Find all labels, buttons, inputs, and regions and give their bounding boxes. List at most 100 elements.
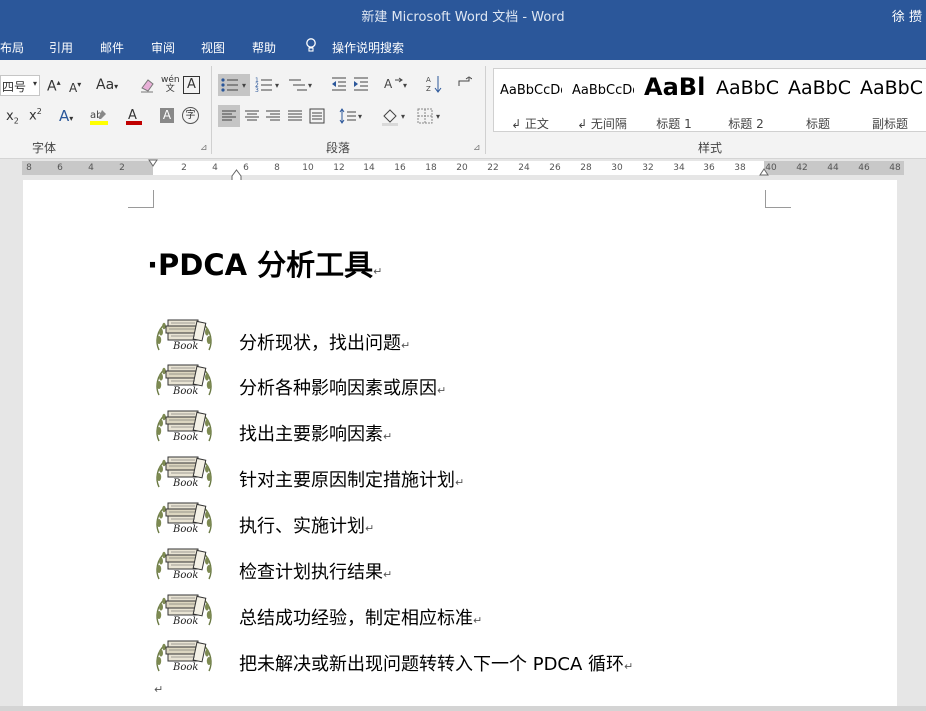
distributed-icon[interactable] — [307, 105, 327, 130]
chevron-down-icon: ▾ — [69, 114, 74, 123]
list-item-text: 分析各种影响因素或原因↵ — [239, 374, 446, 400]
ruler-tick: 30 — [611, 163, 623, 173]
character-shading-button[interactable]: A — [160, 108, 174, 123]
clear-formatting-icon[interactable] — [138, 76, 156, 97]
list-item[interactable]: Book 分析各种影响因素或原因↵ — [153, 361, 713, 399]
item-label: 把未解决或新出现问题转转入下一个 PDCA 循环 — [239, 654, 625, 675]
change-case-button[interactable]: Aa▾ — [96, 77, 118, 93]
user-name[interactable]: 徐 攒 — [892, 6, 922, 25]
book-icon: Book — [153, 407, 215, 449]
numbering-icon[interactable]: 1 2 3 ▾ — [255, 75, 283, 98]
list-item[interactable]: Book 把未解决或新出现问题转转入下一个 PDCA 循环↵ — [153, 637, 713, 675]
list-item[interactable]: Book 执行、实施计划↵ — [153, 499, 713, 537]
paragraph-mark: ↵ — [455, 476, 465, 489]
borders-icon[interactable]: ▾ — [415, 105, 445, 130]
sort-icon[interactable]: AZ — [426, 74, 442, 97]
ruler-tick: 8 — [26, 163, 32, 173]
font-size-select[interactable]: 四号 ▾ — [0, 75, 40, 96]
list-item-text: 执行、实施计划↵ — [239, 512, 374, 538]
multilevel-list-icon[interactable]: ▾ — [287, 75, 315, 98]
list-item-text: 找出主要影响因素↵ — [239, 420, 392, 446]
style-name: ↲ 正文 — [511, 117, 549, 131]
list-item-text: 把未解决或新出现问题转转入下一个 PDCA 循环↵ — [239, 650, 633, 676]
line-spacing-icon[interactable]: ▾ — [338, 105, 366, 130]
justify-icon[interactable] — [285, 105, 305, 130]
list-item[interactable]: Book 检查计划执行结果↵ — [153, 545, 713, 583]
increase-indent-icon[interactable] — [352, 75, 370, 96]
svg-text:A: A — [128, 108, 137, 123]
book-icon: Book — [153, 499, 215, 541]
document-heading[interactable]: ·PDCA 分析工具↵ — [147, 242, 382, 284]
ruler-tick: 6 — [243, 163, 249, 173]
superscript-button[interactable]: x2 — [29, 107, 42, 123]
tab-references[interactable]: 引用 — [49, 39, 73, 56]
list-item[interactable]: Book 总结成功经验，制定相应标准↵ — [153, 591, 713, 629]
svg-text:A: A — [384, 77, 393, 91]
paragraph-dialog-launcher-icon[interactable]: ⊿ — [473, 143, 481, 153]
horizontal-ruler[interactable]: 8 6 4 2 2 4 6 8 10 12 14 16 18 20 22 24 … — [0, 159, 926, 183]
shrink-font-button[interactable]: A▾ — [69, 80, 81, 95]
style-heading-2[interactable]: AaBbC 标题 2 — [710, 69, 782, 131]
lightbulb-icon[interactable] — [305, 38, 317, 56]
svg-text:3: 3 — [255, 87, 259, 94]
list-item[interactable]: Book 找出主要影响因素↵ — [153, 407, 713, 445]
margin-corner-mark — [128, 190, 154, 208]
style-subtitle[interactable]: AaBbC 副标题 — [854, 69, 926, 131]
show-marks-icon[interactable] — [456, 76, 473, 95]
style-sample: AaBbC — [860, 77, 922, 99]
style-normal[interactable]: AaBbCcDd ↲ 正文 — [494, 69, 566, 131]
text-effects-button[interactable]: A▾ — [59, 107, 73, 125]
ruler-tick: 36 — [703, 163, 715, 173]
style-heading-1[interactable]: AaBl 标题 1 — [638, 69, 710, 131]
item-label: 执行、实施计划 — [239, 516, 365, 537]
shading-icon[interactable]: ▾ — [380, 105, 410, 130]
tab-layout[interactable]: 布局 — [0, 39, 24, 56]
tab-mailings[interactable]: 邮件 — [100, 39, 124, 56]
styles-gallery: AaBbCcDd ↲ 正文 AaBbCcDd ↲ 无间隔 AaBl 标题 1 A… — [493, 68, 926, 132]
decrease-indent-icon[interactable] — [330, 75, 348, 96]
item-label: 针对主要原因制定措施计划 — [239, 470, 455, 491]
align-right-icon[interactable] — [263, 105, 283, 130]
style-no-spacing[interactable]: AaBbCcDd ↲ 无间隔 — [566, 69, 638, 131]
font-dialog-launcher-icon[interactable]: ⊿ — [200, 143, 208, 153]
book-icon: Book — [153, 591, 215, 633]
subscript-button[interactable]: x2 — [6, 109, 19, 126]
ruler-tick: 4 — [88, 163, 94, 173]
bullets-button[interactable]: ▾ — [218, 74, 250, 96]
tell-me-search[interactable]: 操作说明搜索 — [332, 39, 404, 56]
phonetic-guide-button[interactable]: wén 文 — [161, 76, 180, 94]
book-icon-label: Book — [173, 524, 199, 535]
svg-text:▾: ▾ — [275, 81, 279, 90]
chevron-down-icon: ▾ — [114, 82, 119, 91]
highlight-button[interactable]: ab — [90, 107, 112, 130]
text-direction-icon[interactable]: A ▾ — [383, 75, 411, 96]
list-item-text: 检查计划执行结果↵ — [239, 558, 392, 584]
list-item-text: 分析现状，找出问题↵ — [239, 329, 410, 355]
styles-group-label: 样式 — [698, 141, 723, 155]
tab-help[interactable]: 帮助 — [252, 39, 276, 56]
list-item[interactable]: Book 针对主要原因制定措施计划↵ — [153, 453, 713, 491]
align-center-icon[interactable] — [242, 105, 262, 130]
book-icon-label: Book — [173, 386, 199, 397]
list-item[interactable]: Book 分析现状，找出问题↵ — [153, 316, 713, 354]
style-title[interactable]: AaBbC 标题 — [782, 69, 854, 131]
character-border-button[interactable]: A — [183, 76, 200, 94]
ruler-tick: 46 — [858, 163, 870, 173]
font-color-button[interactable]: A — [126, 107, 144, 130]
tab-view[interactable]: 视图 — [201, 39, 225, 56]
first-line-indent-marker[interactable] — [148, 159, 158, 167]
window-title: 新建 Microsoft Word 文档 - Word — [361, 10, 565, 25]
ruler-tick: 22 — [487, 163, 499, 173]
chevron-down-icon: ▾ — [32, 79, 37, 88]
align-left-icon[interactable] — [218, 105, 240, 127]
tab-review[interactable]: 审阅 — [151, 39, 175, 56]
enclose-characters-button[interactable]: 字 — [182, 107, 199, 124]
paragraph-mark: ↵ — [437, 384, 447, 397]
right-indent-marker[interactable] — [759, 168, 769, 176]
grow-font-button[interactable]: A▴ — [47, 78, 61, 95]
ruler-tick: 16 — [394, 163, 406, 173]
ruler-tick: 24 — [518, 163, 530, 173]
ruler-tick: 2 — [181, 163, 187, 173]
svg-text:▾: ▾ — [242, 81, 246, 90]
book-icon-label: Book — [173, 478, 199, 489]
